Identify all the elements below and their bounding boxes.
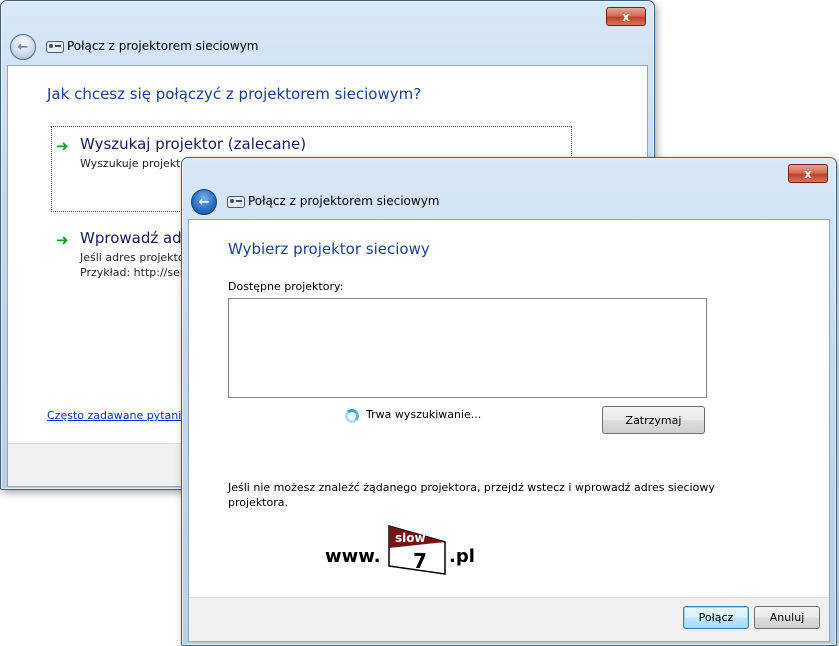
watermark-prefix: www.: [325, 546, 381, 567]
search-option-title: Wyszukaj projektor (zalecane): [80, 135, 307, 153]
enter-option-example: Przykład: http://serv: [80, 266, 191, 279]
flag-text: slow: [395, 531, 426, 545]
back-nav-title: Połącz z projektorem sieciowym: [67, 39, 259, 53]
back-arrow-icon: ←: [198, 194, 210, 210]
searching-status: Trwa wyszukiwanie...: [366, 408, 482, 421]
back-page-heading: Jak chcesz się połączyć z projektorem si…: [47, 85, 422, 103]
projector-list-label: Dostępne projektory:: [228, 280, 344, 293]
loading-spinner-icon: [345, 409, 359, 423]
front-dialog-window: x ← Połącz z projektorem sieciowym Wybie…: [181, 157, 837, 646]
back-nav-button[interactable]: ←: [191, 189, 217, 215]
stop-button[interactable]: Zatrzymaj: [602, 406, 705, 434]
help-text-line1: Jeśli nie możesz znaleźć żądanego projek…: [228, 481, 715, 494]
connect-button[interactable]: Połącz: [683, 606, 749, 629]
front-close-button[interactable]: x: [788, 164, 828, 183]
enter-option-desc: Jeśli adres projektor: [80, 251, 190, 264]
back-arrow-icon: ←: [17, 39, 29, 55]
cancel-button[interactable]: Anuluj: [754, 606, 820, 629]
green-arrow-icon: ➜: [56, 137, 69, 155]
front-content-area: Wybierz projektor sieciowy Dostępne proj…: [188, 219, 830, 642]
front-nav-title: Połącz z projektorem sieciowym: [248, 194, 440, 208]
help-text-line2: projektora.: [228, 496, 288, 509]
close-icon: x: [622, 9, 630, 24]
slow7-watermark-logo: www. slow 7 .pl: [325, 522, 495, 580]
slow7-flag-icon: slow 7: [388, 525, 446, 575]
network-projector-icon: [46, 41, 64, 53]
close-icon: x: [804, 166, 812, 181]
enter-option-title: Wprowadź adr: [80, 229, 188, 247]
green-arrow-icon: ➜: [56, 231, 69, 249]
network-projector-icon: [227, 196, 245, 208]
faq-link[interactable]: Często zadawane pytania: [47, 409, 188, 422]
flag-number: 7: [413, 549, 427, 573]
front-page-heading: Wybierz projektor sieciowy: [228, 240, 430, 258]
projector-listbox[interactable]: [228, 298, 707, 398]
back-nav-button[interactable]: ←: [10, 34, 36, 60]
watermark-suffix: .pl: [449, 546, 475, 567]
front-footer: Połącz Anuluj: [189, 597, 829, 641]
search-option-desc: Wyszukuje projekto: [80, 157, 188, 170]
back-close-button[interactable]: x: [606, 7, 646, 26]
